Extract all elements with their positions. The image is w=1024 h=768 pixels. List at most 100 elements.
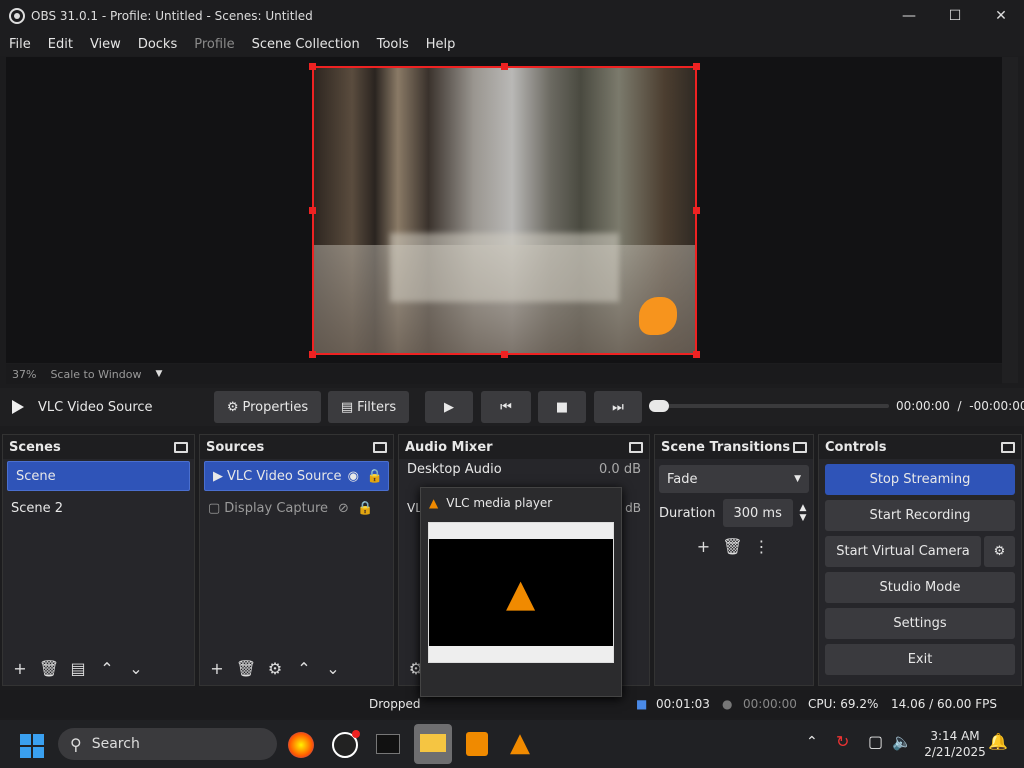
record-icon: ● bbox=[722, 697, 733, 711]
move-down-icon[interactable]: ⌄ bbox=[123, 655, 149, 681]
network-icon[interactable]: ▢ bbox=[868, 732, 883, 751]
previous-button[interactable]: ⏮ bbox=[481, 391, 531, 423]
windows-start-icon[interactable] bbox=[20, 734, 44, 758]
resize-handle[interactable] bbox=[693, 207, 700, 214]
trash-icon[interactable]: 🗑 bbox=[720, 533, 746, 559]
gear-icon[interactable]: ⚙ bbox=[262, 655, 288, 681]
undock-icon[interactable] bbox=[629, 441, 643, 453]
filter-icon: ▤ bbox=[340, 399, 354, 415]
obs-logo-icon bbox=[9, 8, 25, 24]
media-seek-slider[interactable] bbox=[649, 400, 889, 412]
preview-scrollbar[interactable] bbox=[1002, 57, 1018, 383]
maximize-button[interactable]: ☐ bbox=[932, 0, 978, 32]
desktop-audio-label: Desktop Audio bbox=[407, 462, 502, 477]
lock-icon[interactable]: 🔒 bbox=[367, 469, 383, 484]
start-recording-button[interactable]: Start Recording bbox=[825, 500, 1015, 531]
eye-icon[interactable]: ◉ bbox=[348, 469, 359, 484]
resize-handle[interactable] bbox=[693, 351, 700, 358]
zoom-mode[interactable]: Scale to Window bbox=[50, 368, 141, 381]
resize-handle[interactable] bbox=[501, 351, 508, 358]
menu-tools[interactable]: Tools bbox=[377, 37, 409, 52]
play-icon: ▶ bbox=[213, 468, 223, 484]
source-item[interactable]: ▶ VLC Video Source ◉ 🔒 bbox=[204, 461, 389, 491]
media-time: 00:00:00 / -00:00:00 bbox=[896, 399, 1024, 413]
lock-icon[interactable]: 🔒 bbox=[357, 501, 373, 516]
trash-icon[interactable]: 🗑 bbox=[36, 655, 62, 681]
add-icon[interactable]: + bbox=[204, 655, 230, 681]
stop-icon: ■ bbox=[555, 399, 569, 415]
play-button[interactable]: ▶ bbox=[425, 391, 473, 423]
terminal-icon[interactable] bbox=[376, 734, 400, 754]
move-down-icon[interactable]: ⌄ bbox=[320, 655, 346, 681]
mixer-title: Audio Mixer bbox=[405, 439, 493, 455]
add-icon[interactable]: + bbox=[7, 655, 33, 681]
source-item[interactable]: ▢ Display Capture ⊘ 🔒 bbox=[200, 493, 393, 523]
skip-forward-icon: ⏭ bbox=[612, 399, 624, 415]
resize-handle[interactable] bbox=[309, 63, 316, 70]
vlc-audio-db: dB bbox=[625, 501, 641, 515]
undock-icon[interactable] bbox=[373, 441, 387, 453]
menu-profile[interactable]: Profile bbox=[194, 37, 234, 52]
clock[interactable]: 3:14 AM 2/21/2025 bbox=[920, 728, 990, 760]
filter-icon[interactable]: ▤ bbox=[65, 655, 91, 681]
stop-streaming-button[interactable]: Stop Streaming bbox=[825, 464, 1015, 495]
resize-handle[interactable] bbox=[501, 63, 508, 70]
scene-item[interactable]: Scene 2 bbox=[3, 493, 194, 523]
transition-select[interactable]: Fade ▼ bbox=[659, 465, 809, 493]
vlc-thumbnail: ▲ bbox=[428, 522, 614, 663]
resize-handle[interactable] bbox=[309, 351, 316, 358]
scene-item[interactable]: Scene bbox=[7, 461, 190, 491]
gear-icon[interactable]: ⚙ bbox=[984, 536, 1015, 567]
vlc-source-preview[interactable] bbox=[312, 66, 697, 355]
window-title: OBS 31.0.1 - Profile: Untitled - Scenes:… bbox=[31, 9, 313, 23]
minimize-button[interactable]: — bbox=[886, 0, 932, 32]
start-virtual-camera-button[interactable]: Start Virtual Camera bbox=[825, 536, 981, 567]
volume-icon[interactable]: 🔈 bbox=[892, 732, 912, 751]
scenes-dock: Scenes Scene Scene 2 + 🗑 ▤ ⌃ ⌄ bbox=[2, 434, 195, 686]
next-button[interactable]: ⏭ bbox=[594, 391, 642, 423]
add-icon[interactable]: + bbox=[691, 533, 717, 559]
current-source-name: VLC Video Source bbox=[38, 399, 153, 415]
eye-hidden-icon[interactable]: ⊘ bbox=[338, 501, 349, 516]
stop-button[interactable]: ■ bbox=[538, 391, 586, 423]
sync-icon[interactable]: ↻ bbox=[836, 732, 849, 751]
exit-button[interactable]: Exit bbox=[825, 644, 1015, 675]
undock-icon[interactable] bbox=[174, 441, 188, 453]
settings-button[interactable]: Settings bbox=[825, 608, 1015, 639]
studio-mode-button[interactable]: Studio Mode bbox=[825, 572, 1015, 603]
resize-handle[interactable] bbox=[309, 207, 316, 214]
menu-scene-collection[interactable]: Scene Collection bbox=[252, 37, 360, 52]
menu-edit[interactable]: Edit bbox=[48, 37, 73, 52]
undock-icon[interactable] bbox=[1001, 441, 1015, 453]
vlc-taskbar-preview[interactable]: ▲ VLC media player ▲ bbox=[420, 487, 622, 697]
properties-button[interactable]: ⚙ Properties bbox=[214, 391, 321, 423]
menu-file[interactable]: File bbox=[9, 37, 31, 52]
menu-docks[interactable]: Docks bbox=[138, 37, 177, 52]
duration-label: Duration bbox=[659, 505, 716, 521]
transitions-title: Scene Transitions bbox=[661, 439, 791, 455]
scene-transitions-dock: Scene Transitions Fade ▼ Duration 300 ms… bbox=[654, 434, 814, 686]
move-up-icon[interactable]: ⌃ bbox=[94, 655, 120, 681]
chevron-down-icon[interactable]: ▼ bbox=[155, 369, 162, 379]
app-fox-icon[interactable] bbox=[466, 732, 488, 756]
move-up-icon[interactable]: ⌃ bbox=[291, 655, 317, 681]
menu-view[interactable]: View bbox=[90, 37, 121, 52]
chevron-up-icon[interactable]: ⌃ bbox=[806, 734, 818, 750]
firefox-icon[interactable] bbox=[288, 732, 314, 758]
menu-help[interactable]: Help bbox=[426, 37, 456, 52]
file-explorer-icon[interactable] bbox=[414, 724, 452, 764]
duration-input[interactable]: 300 ms bbox=[723, 499, 794, 527]
close-button[interactable]: ✕ bbox=[978, 0, 1024, 32]
trash-icon[interactable]: 🗑 bbox=[233, 655, 259, 681]
more-vertical-icon[interactable]: ⋮ bbox=[749, 533, 775, 559]
resize-handle[interactable] bbox=[693, 63, 700, 70]
record-time: 00:00:00 bbox=[743, 697, 797, 711]
desktop-audio-db: 0.0 dB bbox=[599, 462, 641, 477]
filters-button[interactable]: ▤ Filters bbox=[328, 391, 409, 423]
bell-icon[interactable]: 🔔 bbox=[988, 732, 1008, 751]
vlc-taskbar-icon[interactable]: ▲ bbox=[510, 728, 530, 758]
undock-icon[interactable] bbox=[793, 441, 807, 453]
seek-knob[interactable] bbox=[649, 400, 669, 412]
stepper-icon[interactable]: ▲ ▼ bbox=[799, 503, 806, 523]
taskbar-search[interactable]: ⚲ Search bbox=[58, 728, 277, 760]
